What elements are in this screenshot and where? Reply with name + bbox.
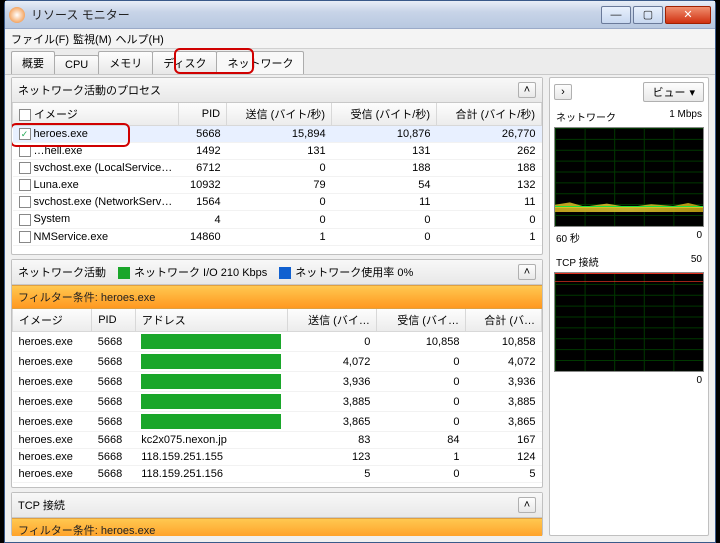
checkbox[interactable]: [19, 162, 31, 174]
green-indicator-icon: [118, 267, 130, 279]
address-redacted: [141, 414, 281, 429]
address-redacted: [141, 334, 281, 349]
process-panel-title: ネットワーク活動のプロセス: [18, 82, 161, 98]
window-title: リソース モニター: [31, 6, 601, 23]
table-row[interactable]: NMService.exe14860101: [13, 228, 542, 245]
table-row[interactable]: Luna.exe109327954132: [13, 177, 542, 194]
tabbar: 概要 CPU メモリ ディスク ネットワーク: [5, 49, 715, 75]
checkbox[interactable]: ✓: [19, 128, 31, 140]
table-row[interactable]: ✓heroes.exe566815,89410,87626,770: [13, 126, 542, 143]
table-row[interactable]: svchost.exe (NetworkServ…156401111: [13, 194, 542, 211]
titlebar[interactable]: リソース モニター — ▢ ✕: [5, 1, 715, 29]
activity-grid[interactable]: イメージ PID アドレス 送信 (バイ… 受信 (バイ… 合計 (バ… her…: [12, 309, 542, 487]
checkbox[interactable]: [19, 196, 31, 208]
checkbox[interactable]: [19, 179, 31, 191]
collapse-icon[interactable]: ˄: [518, 497, 536, 513]
tcp-panel: TCP 接続 ˄ フィルター条件: heroes.exe: [11, 492, 543, 536]
table-row[interactable]: heroes.exe5668010,85810,858: [13, 332, 542, 352]
checkbox[interactable]: [19, 145, 31, 157]
tab-disk[interactable]: ディスク: [152, 51, 217, 74]
view-dropdown[interactable]: ビュー▾: [643, 82, 704, 102]
menu-help[interactable]: ヘルプ(H): [116, 31, 164, 46]
app-icon: [9, 7, 25, 23]
minimize-button[interactable]: —: [601, 6, 631, 24]
process-panel: ネットワーク活動のプロセス ˄ イメージ PID 送信 (バイト/秒) 受信 (…: [11, 77, 543, 255]
chevron-down-icon: ▾: [689, 86, 695, 99]
table-row[interactable]: heroes.exe5668118.159.251.156505: [13, 466, 542, 483]
tcp-filter-bar: フィルター条件: heroes.exe: [12, 518, 542, 536]
table-row[interactable]: heroes.exe56683,86503,865: [13, 412, 542, 432]
table-row[interactable]: System4000: [13, 211, 542, 228]
table-row[interactable]: heroes.exe5668118.159.251.1551231124: [13, 449, 542, 466]
tab-network[interactable]: ネットワーク: [216, 51, 304, 74]
collapse-icon[interactable]: ˄: [518, 82, 536, 98]
checkbox[interactable]: [19, 214, 31, 226]
tcp-graph: [554, 272, 704, 372]
resource-monitor-window: リソース モニター — ▢ ✕ ファイル(F) 監視(M) ヘルプ(H) 概要 …: [4, 0, 716, 543]
address-redacted: [141, 374, 281, 389]
maximize-button[interactable]: ▢: [633, 6, 663, 24]
table-row[interactable]: heroes.exe56683,88503,885: [13, 392, 542, 412]
address-redacted: [141, 394, 281, 409]
tab-overview[interactable]: 概要: [11, 51, 55, 74]
close-button[interactable]: ✕: [665, 6, 711, 24]
address-redacted: [141, 354, 281, 369]
collapse-icon[interactable]: ˄: [518, 264, 536, 280]
checkbox-all[interactable]: [19, 109, 31, 121]
activity-panel: ネットワーク活動 ネットワーク I/O 210 Kbps ネットワーク使用率 0…: [11, 259, 543, 488]
checkbox[interactable]: [19, 231, 31, 243]
expand-right-icon[interactable]: ›: [554, 84, 572, 100]
activity-panel-title: ネットワーク活動: [18, 264, 106, 280]
menu-monitor[interactable]: 監視(M): [73, 31, 112, 46]
menubar: ファイル(F) 監視(M) ヘルプ(H): [5, 29, 715, 49]
tab-memory[interactable]: メモリ: [98, 51, 153, 74]
menu-file[interactable]: ファイル(F): [11, 31, 69, 46]
network-graph: [554, 127, 704, 227]
tab-cpu[interactable]: CPU: [54, 55, 99, 74]
table-row[interactable]: …hell.exe1492131131262: [13, 143, 542, 160]
table-row[interactable]: svchost.exe (LocalService…67120188188: [13, 160, 542, 177]
process-grid[interactable]: イメージ PID 送信 (バイト/秒) 受信 (バイト/秒) 合計 (バイト/秒…: [12, 103, 542, 254]
blue-indicator-icon: [279, 267, 291, 279]
table-row[interactable]: heroes.exe56684,07204,072: [13, 352, 542, 372]
graphs-panel: › ビュー▾ ネットワーク1 Mbps 60 秒0 TCP 接続50 0: [549, 77, 709, 536]
table-row[interactable]: heroes.exe56683,93603,936: [13, 372, 542, 392]
filter-bar: フィルター条件: heroes.exe: [12, 285, 542, 309]
tcp-panel-title: TCP 接続: [18, 497, 65, 513]
table-row[interactable]: heroes.exe5668kc2x075.nexon.jp8384167: [13, 432, 542, 449]
